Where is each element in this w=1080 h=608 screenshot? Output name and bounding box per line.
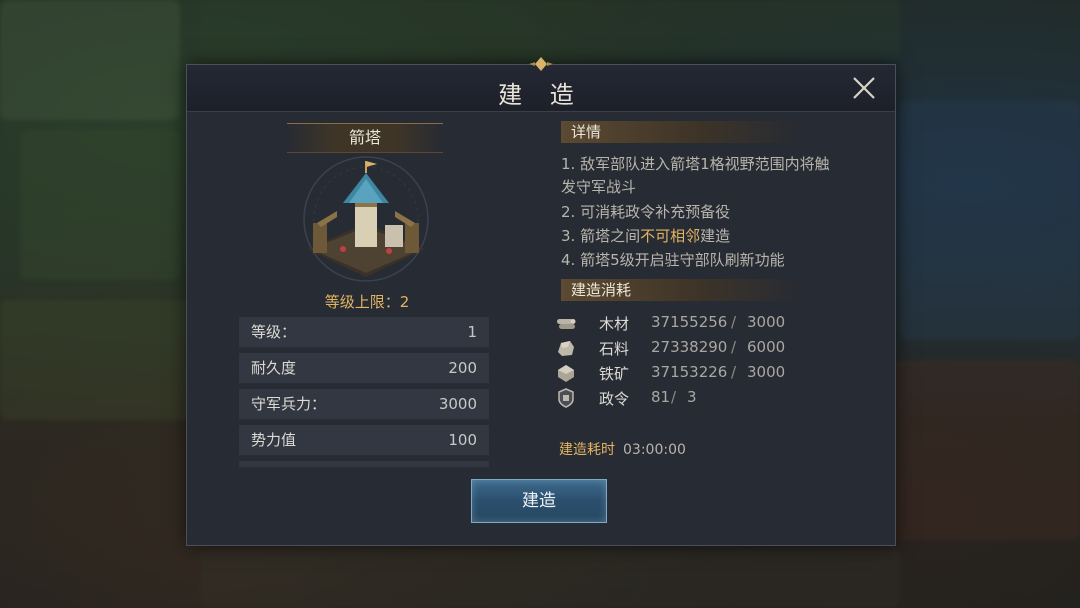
- resource-separator: /: [731, 338, 737, 356]
- stat-value: 3000: [438, 395, 477, 413]
- stat-row-influence: 势力值 100: [239, 425, 489, 456]
- detail-line-4: 4. 箭塔5级开启驻守部队刷新功能: [561, 251, 785, 269]
- resource-separator: /: [731, 363, 737, 381]
- cost-header: 建造消耗: [561, 279, 801, 301]
- stat-label: 势力值: [251, 431, 297, 449]
- details-header: 详情: [561, 121, 801, 143]
- build-time-value: 03:00:00: [623, 442, 686, 458]
- build-time-label: 建造耗时: [559, 442, 615, 458]
- stat-row-more[interactable]: [239, 461, 489, 468]
- resource-owned: 37153226: [651, 363, 728, 381]
- arrow-tower-image: [303, 156, 429, 282]
- level-limit-value: 2: [399, 293, 410, 311]
- build-dialog: 建 造 箭塔 等级上限：2 等级： 1 耐久度 200 守军兵力： 3000 势…: [186, 57, 896, 546]
- detail-line-1: 1. 敌军部队进入箭塔1格视野范围内将触: [561, 155, 830, 173]
- resource-separator: /: [671, 388, 677, 406]
- resource-required: 6000: [747, 338, 786, 356]
- stat-label: 耐久度: [251, 359, 297, 377]
- title-bar: 建 造: [187, 57, 895, 112]
- resource-owned: 27338290: [651, 338, 728, 356]
- stat-value: 100: [448, 431, 477, 449]
- resource-required: 3: [687, 388, 697, 406]
- detail-text: 建造: [700, 227, 731, 245]
- build-button[interactable]: 建造: [471, 479, 607, 523]
- detail-line-2: 2. 可消耗政令补充预备役: [561, 203, 731, 221]
- detail-highlight: 不可相邻: [640, 227, 701, 245]
- resource-name: 木材: [599, 315, 630, 333]
- wood-icon: [557, 319, 576, 329]
- stat-value: 200: [448, 359, 477, 377]
- stat-label: 守军兵力：: [251, 395, 327, 413]
- close-icon[interactable]: [851, 75, 877, 101]
- stat-row-garrison: 守军兵力： 3000: [239, 389, 489, 420]
- level-limit-label: 等级上限：: [324, 293, 400, 311]
- resource-owned: 37155256: [651, 313, 728, 331]
- detail-text: 3. 箭塔之间: [561, 227, 641, 245]
- resource-required: 3000: [747, 363, 786, 381]
- resource-name: 政令: [599, 390, 630, 408]
- resource-name: 石料: [599, 340, 630, 358]
- resource-separator: /: [731, 313, 737, 331]
- decree-icon: [558, 388, 574, 408]
- resource-required: 3000: [747, 313, 786, 331]
- stat-row-durability: 耐久度 200: [239, 353, 489, 384]
- stat-value: 1: [467, 323, 477, 341]
- stat-row-level: 等级： 1: [239, 317, 489, 348]
- ornament-icon: [529, 57, 553, 71]
- resource-name: 铁矿: [599, 365, 630, 383]
- dialog-title: 建 造: [498, 81, 584, 109]
- detail-line-3: 3. 箭塔之间不可相邻建造: [561, 225, 730, 247]
- level-limit: 等级上限：2: [287, 291, 447, 312]
- stone-icon: [558, 341, 574, 356]
- detail-line-1b: 发守军战斗: [561, 178, 637, 196]
- stat-label: 等级：: [251, 323, 297, 341]
- iron-ore-icon: [558, 365, 574, 382]
- resource-owned: 81: [651, 388, 671, 406]
- build-time: 建造耗时 03:00:00: [559, 439, 686, 459]
- building-name: 箭塔: [287, 123, 443, 153]
